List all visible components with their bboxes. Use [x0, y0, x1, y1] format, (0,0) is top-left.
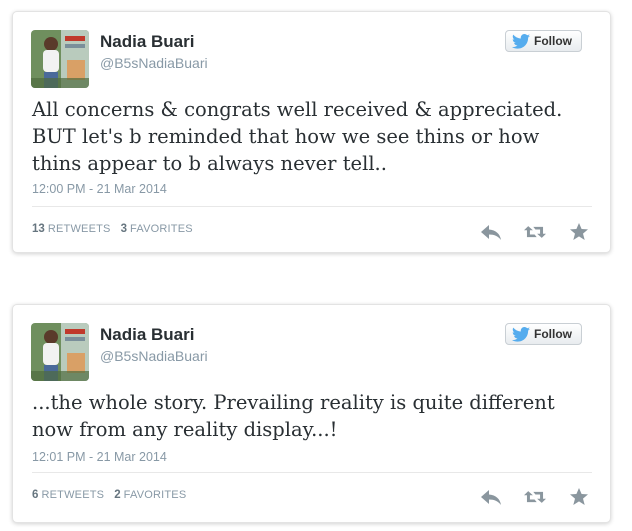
follow-button[interactable]: Follow — [505, 30, 582, 52]
retweets-label: RETWEETS — [47, 223, 111, 235]
tweet-stats: 13 RETWEETS 3 FAVORITES — [32, 223, 193, 235]
divider — [32, 206, 592, 207]
tweet-actions — [480, 222, 590, 242]
favorites-stat[interactable]: 2 FAVORITES — [114, 489, 186, 501]
follow-label: Follow — [534, 34, 572, 48]
tweet-text: ...the whole story. Prevailing reality i… — [32, 391, 555, 441]
twitter-bird-icon — [512, 33, 530, 49]
favorites-label: FAVORITES — [130, 223, 193, 235]
retweets-label: RETWEETS — [41, 489, 105, 501]
retweets-stat[interactable]: 6 RETWEETS — [32, 489, 104, 501]
follow-label: Follow — [534, 327, 572, 341]
star-icon[interactable] — [568, 487, 590, 507]
reply-icon[interactable] — [480, 487, 502, 507]
favorites-stat[interactable]: 3 FAVORITES — [121, 223, 193, 235]
timestamp[interactable]: 12:00 PM - 21 Mar 2014 — [32, 182, 167, 196]
retweet-icon[interactable] — [524, 222, 546, 242]
retweets-stat[interactable]: 13 RETWEETS — [32, 223, 111, 235]
avatar[interactable] — [31, 30, 89, 88]
timestamp[interactable]: 12:01 PM - 21 Mar 2014 — [32, 450, 167, 464]
tweet-card: Nadia Buari @B5sNadiaBuari Follow All co… — [12, 11, 611, 253]
tweet-stats: 6 RETWEETS 2 FAVORITES — [32, 489, 186, 501]
favorites-count: 2 — [114, 489, 121, 501]
favorites-count: 3 — [120, 223, 127, 235]
divider — [32, 472, 592, 473]
follow-button[interactable]: Follow — [505, 323, 582, 345]
star-icon[interactable] — [568, 222, 590, 242]
tweet-text: All concerns & congrats well received & … — [32, 98, 563, 175]
screen-name[interactable]: @B5sNadiaBuari — [100, 348, 208, 364]
favorites-label: FAVORITES — [123, 489, 187, 501]
tweet-card: Nadia Buari @B5sNadiaBuari Follow ...the… — [12, 304, 611, 523]
avatar[interactable] — [31, 323, 89, 381]
display-name[interactable]: Nadia Buari — [100, 32, 194, 52]
retweet-icon[interactable] — [524, 487, 546, 507]
screen-name[interactable]: @B5sNadiaBuari — [100, 55, 208, 71]
retweets-count: 6 — [32, 489, 39, 501]
retweets-count: 13 — [32, 223, 45, 235]
tweet-actions — [480, 487, 590, 507]
reply-icon[interactable] — [480, 222, 502, 242]
display-name[interactable]: Nadia Buari — [100, 325, 194, 345]
twitter-bird-icon — [512, 326, 530, 342]
